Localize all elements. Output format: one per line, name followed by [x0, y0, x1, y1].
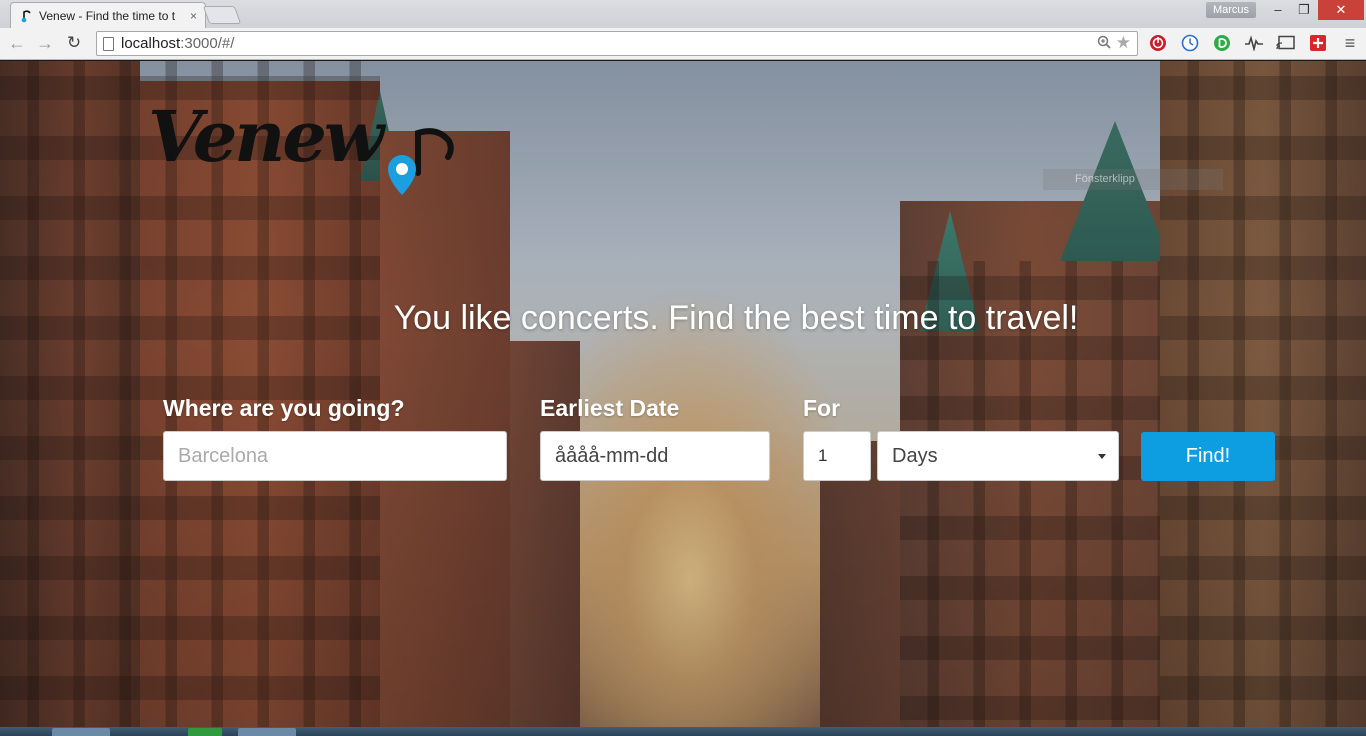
duration-number-input[interactable]: 1	[803, 431, 871, 481]
new-tab-button[interactable]	[202, 6, 242, 24]
browser-toolbar: ← → ↻ localhost:3000/#/ ★ ≡	[0, 28, 1366, 60]
page-icon	[103, 37, 114, 51]
reload-button[interactable]: ↻	[63, 32, 85, 54]
pulse-icon[interactable]	[1244, 33, 1264, 53]
green-d-icon[interactable]	[1212, 33, 1232, 53]
logo-text: Venew	[148, 95, 384, 178]
taskbar-item[interactable]	[52, 728, 110, 736]
cast-icon[interactable]	[1276, 33, 1296, 53]
address-bar[interactable]: localhost:3000/#/ ★	[96, 31, 1138, 56]
tab-title: Venew - Find the time to t	[39, 8, 176, 23]
close-window-button[interactable]: ✕	[1318, 0, 1364, 20]
back-button[interactable]: ←	[6, 32, 28, 54]
profile-badge[interactable]: Marcus	[1206, 2, 1256, 18]
taskbar-item[interactable]	[188, 728, 222, 736]
earliest-date-input[interactable]: åååå-mm-dd	[540, 431, 770, 481]
destination-label: Where are you going?	[163, 395, 405, 421]
duration-unit-value: Days	[892, 444, 938, 467]
date-label: Earliest Date	[540, 395, 680, 421]
forward-button[interactable]: →	[34, 32, 56, 54]
venew-logo[interactable]: Venew	[148, 95, 458, 195]
stop-icon[interactable]	[1148, 33, 1168, 53]
music-pin-icon	[388, 128, 454, 195]
duration-unit-select[interactable]: Days	[877, 431, 1119, 481]
os-taskbar	[0, 727, 1366, 736]
tab-close-icon[interactable]: ×	[190, 9, 197, 23]
window-titlebar: Venew - Find the time to t × Marcus – ❐ …	[0, 0, 1366, 28]
red-plus-icon[interactable]	[1308, 33, 1328, 53]
hero-section: Fönsterklipp Venew You like concerts. Fi…	[0, 61, 1366, 727]
url-text[interactable]: localhost:3000/#/	[121, 35, 234, 52]
bookmark-star-icon[interactable]: ★	[1116, 33, 1131, 53]
duration-label: For	[803, 395, 841, 421]
menu-icon[interactable]: ≡	[1340, 33, 1360, 53]
snipping-overlay: Fönsterklipp	[1043, 169, 1223, 190]
dropdown-caret-icon	[1098, 454, 1106, 459]
tagline: You like concerts. Find the best time to…	[393, 299, 1079, 337]
clock-icon[interactable]	[1180, 33, 1200, 53]
find-button[interactable]: Find!	[1141, 432, 1275, 481]
url-host: localhost	[121, 35, 181, 52]
venew-favicon-icon	[19, 9, 33, 23]
zoom-icon[interactable]	[1097, 35, 1111, 52]
url-path: :3000/#/	[180, 35, 235, 52]
destination-input[interactable]: Barcelona	[163, 431, 507, 481]
browser-tab[interactable]: Venew - Find the time to t ×	[10, 2, 206, 28]
taskbar-item[interactable]	[238, 728, 296, 736]
maximize-button[interactable]: ❐	[1292, 0, 1316, 20]
minimize-button[interactable]: –	[1266, 0, 1290, 20]
